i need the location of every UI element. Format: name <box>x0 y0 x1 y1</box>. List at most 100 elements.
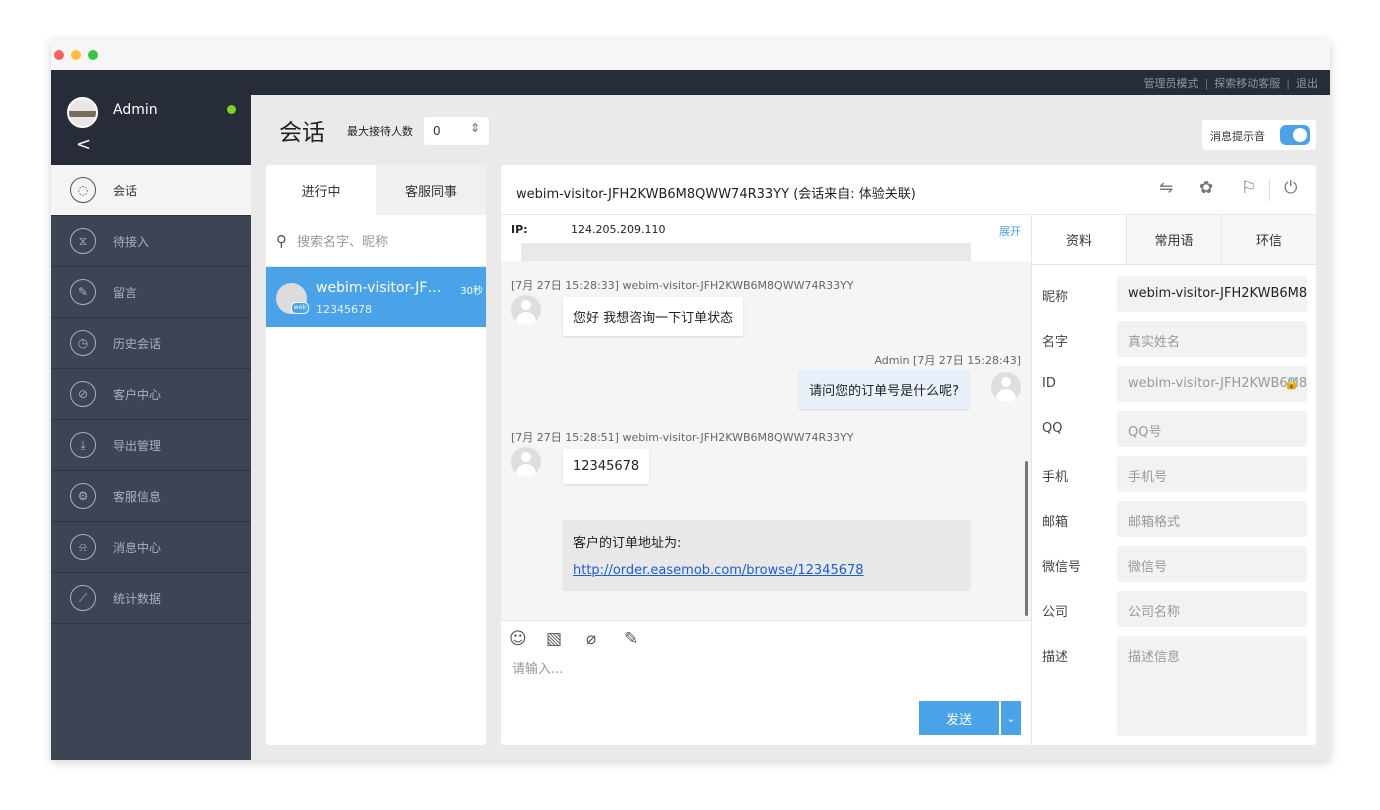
sidebar-item-label: 统计数据 <box>113 591 162 606</box>
power-icon[interactable]: ⏻ <box>1284 178 1297 198</box>
online-status-icon[interactable] <box>227 105 236 114</box>
nickname-input[interactable]: webim-visitor-JFH2KWB6M8QWW74R33YY <box>1117 276 1307 312</box>
chart-icon: ⟋ <box>70 585 96 611</box>
sidebar-item-history[interactable]: ◷ 历史会话 <box>51 318 251 369</box>
emoji-icon[interactable]: ☺ <box>509 629 527 649</box>
sidebar-item-notifications[interactable]: ⍾ 消息中心 <box>51 522 251 573</box>
sound-label: 消息提示音 <box>1210 130 1265 143</box>
logout-link[interactable]: 退出 <box>1296 77 1318 90</box>
attachment-icon[interactable]: ⌀ <box>586 629 596 649</box>
sidebar-item-label: 消息中心 <box>113 540 162 555</box>
expand-link[interactable]: 展开 <box>999 223 1021 239</box>
search-icon: ⚲ <box>276 231 287 250</box>
admin-mode-link[interactable]: 管理员模式 <box>1144 77 1199 90</box>
email-input[interactable]: 邮箱格式 <box>1117 501 1307 537</box>
flag-icon[interactable]: ⚐ <box>1241 178 1256 198</box>
visitor-avatar <box>511 447 541 477</box>
sidebar-item-pending[interactable]: ⧖ 待接入 <box>51 216 251 267</box>
field-label: 公司 <box>1042 605 1069 620</box>
send-button[interactable]: 发送 <box>919 701 999 735</box>
lock-icon: 🔒 <box>1284 376 1299 390</box>
avatar[interactable] <box>67 97 98 128</box>
message-meta: [7月 27日 15:28:51] webim-visitor-JFH2KWB6… <box>511 431 854 444</box>
sound-toggle[interactable] <box>1280 125 1310 145</box>
zoom-window-button[interactable] <box>88 50 98 60</box>
tab-phrases[interactable]: 常用语 <box>1126 215 1221 264</box>
sidebar-item-export[interactable]: ⤓ 导出管理 <box>51 420 251 471</box>
explore-mobile-link[interactable]: 探索移动客服 <box>1214 77 1280 90</box>
sidebar-item-conversations[interactable]: ◌ 会话 <box>51 165 251 216</box>
session-list-panel: 进行中 客服同事 ⚲ 搜索名字、昵称 webim-visitor-JFH2KWB… <box>266 165 486 745</box>
sidebar-item-customers[interactable]: ⊘ 客户中心 <box>51 369 251 420</box>
customer-icon: ⊘ <box>70 381 96 407</box>
search-input[interactable]: 搜索名字、昵称 <box>297 231 388 250</box>
qq-input[interactable]: QQ号 <box>1117 411 1307 447</box>
tab-easemob[interactable]: 环信 <box>1221 215 1316 264</box>
message-bubble: 您好 我想咨询一下订单状态 <box>563 297 744 336</box>
field-wechat: 微信号 微信号 <box>1042 546 1307 582</box>
sidebar-item-agent-info[interactable]: ⚙ 客服信息 <box>51 471 251 522</box>
message-input[interactable]: 请输入... <box>512 658 563 677</box>
description-textarea[interactable]: 描述信息 <box>1117 636 1307 736</box>
id-input: webim-visitor-JFH2KWB6M8QWW74R33YY🔒 <box>1117 366 1307 402</box>
minimize-window-button[interactable] <box>71 50 81 60</box>
field-label: 邮箱 <box>1042 515 1069 530</box>
field-id: ID webim-visitor-JFH2KWB6M8QWW74R33YY🔒 <box>1042 366 1307 402</box>
sidebar-item-label: 待接入 <box>113 234 150 249</box>
sidebar-item-statistics[interactable]: ⟋ 统计数据 <box>51 573 251 624</box>
bell-icon: ⍾ <box>70 534 96 560</box>
name-input[interactable]: 真实姓名 <box>1117 321 1307 357</box>
ip-label: IP: <box>511 223 528 236</box>
agent-avatar <box>991 372 1021 402</box>
transfer-icon[interactable]: ⇋ <box>1159 178 1173 198</box>
stepper-arrows-icon[interactable]: ⇕ <box>470 121 480 135</box>
field-label: 描述 <box>1042 650 1069 665</box>
sidebar-item-label: 客户中心 <box>113 387 162 402</box>
image-icon[interactable]: ▧ <box>546 629 562 649</box>
info-tabs: 资料 常用语 环信 <box>1032 215 1316 265</box>
wechat-input[interactable]: 微信号 <box>1117 546 1307 582</box>
phone-input[interactable]: 手机号 <box>1117 456 1307 492</box>
field-label: 手机 <box>1042 470 1069 485</box>
max-capacity-stepper[interactable]: 0 ⇕ <box>424 117 489 145</box>
company-input[interactable]: 公司名称 <box>1117 591 1307 627</box>
tab-colleagues[interactable]: 客服同事 <box>376 165 486 215</box>
message-bubble: 12345678 <box>563 449 650 484</box>
window-titlebar <box>51 40 1330 70</box>
top-bar: 管理员模式 | 探索移动客服 | 退出 <box>51 70 1330 95</box>
flower-icon[interactable]: ✿ <box>1199 178 1213 198</box>
tab-profile[interactable]: 资料 <box>1032 215 1126 264</box>
id-value: webim-visitor-JFH2KWB6M8QWW74R33YY <box>1128 376 1307 391</box>
session-list-item[interactable]: webim-visitor-JFH2KWB6M8QWW74R33YY 30秒 1… <box>266 267 486 327</box>
close-window-button[interactable] <box>54 50 64 60</box>
message-scrollbar[interactable] <box>1025 461 1028 616</box>
search-box[interactable]: ⚲ 搜索名字、昵称 <box>266 215 486 267</box>
top-links: 管理员模式 | 探索移动客服 | 退出 <box>1143 77 1318 90</box>
field-label: 名字 <box>1042 335 1069 350</box>
page-title: 会话 <box>279 120 325 146</box>
system-message: 客户的订单地址为: http://order.easemob.com/brows… <box>563 520 970 589</box>
field-label: QQ <box>1042 421 1063 436</box>
field-nickname: 昵称 webim-visitor-JFH2KWB6M8QWW74R33YY <box>1042 276 1307 312</box>
send-options-chevron-down-icon[interactable]: ⌄ <box>1001 701 1021 735</box>
message-meta: [7月 27日 15:28:33] webim-visitor-JFH2KWB6… <box>511 279 854 292</box>
sidebar-item-label: 客服信息 <box>113 489 162 504</box>
header-divider <box>1269 179 1270 201</box>
user-box: Admin < <box>51 95 251 165</box>
info-panel: 资料 常用语 环信 昵称 webim-visitor-JFH2KWB6M8QWW… <box>1031 215 1316 745</box>
chat-icon: ◌ <box>70 177 96 203</box>
sound-toggle-box: 消息提示音 <box>1202 120 1316 150</box>
system-message-text: 客户的订单地址为: <box>573 536 682 551</box>
message-area[interactable]: IP: 124.205.209.110 展开 [7月 27日 15:28:33]… <box>501 215 1031 620</box>
tab-ongoing[interactable]: 进行中 <box>266 165 376 215</box>
ip-details-strip <box>521 243 971 261</box>
field-description: 描述 描述信息 <box>1042 636 1307 736</box>
collapse-sidebar-icon[interactable]: < <box>76 135 91 155</box>
order-link[interactable]: http://order.easemob.com/browse/12345678 <box>573 563 864 578</box>
edit-icon[interactable]: ✎ <box>624 629 638 649</box>
ip-value: 124.205.209.110 <box>571 223 666 236</box>
session-time: 30秒 <box>460 286 483 297</box>
sidebar-item-messages[interactable]: ✎ 留言 <box>51 267 251 318</box>
field-phone: 手机 手机号 <box>1042 456 1307 492</box>
message-icon: ✎ <box>70 279 96 305</box>
